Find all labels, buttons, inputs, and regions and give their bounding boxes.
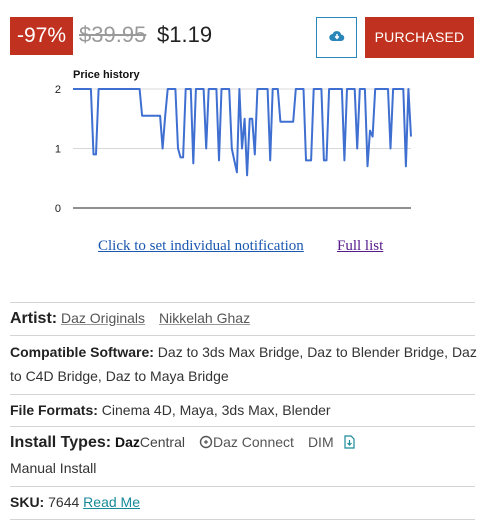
file-download-icon [344,432,355,456]
purchased-button[interactable]: PURCHASED [365,17,474,58]
divider [10,519,475,520]
y-tick-label: 1 [55,144,61,156]
daz-connect-icon [199,432,213,456]
formats-label: File Formats: [10,402,98,418]
divider [10,426,475,427]
divider [10,486,475,487]
price-history-chart: Price history 0 1 2 [55,69,412,215]
individual-notification-link[interactable]: Click to set individual notification [98,238,304,255]
formats-row: File Formats: Cinema 4D, Maya, 3ds Max, … [10,398,480,422]
formats-value: Cinema 4D, Maya, 3ds Max, Blender [101,402,331,418]
daz-central-logo: DazCentral [114,434,185,450]
full-list-link[interactable]: Full list [337,238,383,255]
manual-install-label: Manual Install [10,460,97,476]
artist-link-daz-originals[interactable]: Daz Originals [61,310,145,326]
divider [10,335,475,336]
sku-value: 7644 [48,494,80,510]
software-label: Compatible Software: [10,344,154,360]
install-row: Install Types: DazCentral Daz Connect DIM … [10,430,480,480]
sku-label: SKU: [10,494,45,510]
read-me-link[interactable]: Read Me [83,494,140,510]
artist-link-nikkelah-ghaz[interactable]: Nikkelah Ghaz [159,310,250,326]
artist-row: Artist: Daz Originals Nikkelah Ghaz [10,306,480,331]
software-row: Compatible Software: Daz to 3ds Max Brid… [10,340,480,388]
divider [10,302,475,303]
cloud-download-icon [328,29,345,47]
original-price: $39.95 [79,22,147,47]
discount-badge: -97% [10,17,73,55]
chart-title: Price history [73,69,141,81]
daz-connect-label: Daz Connect [213,434,294,450]
download-button[interactable] [316,17,357,58]
sale-price: $1.19 [157,22,213,47]
price-series-line [73,88,412,177]
divider [10,394,475,395]
dim-label: DIM [307,434,334,450]
sku-row: SKU: 7644 Read Me [10,490,480,514]
y-tick-label: 0 [55,203,61,215]
artist-label: Artist: [10,310,58,327]
install-label: Install Types: [10,434,112,451]
y-tick-label: 2 [55,84,61,96]
